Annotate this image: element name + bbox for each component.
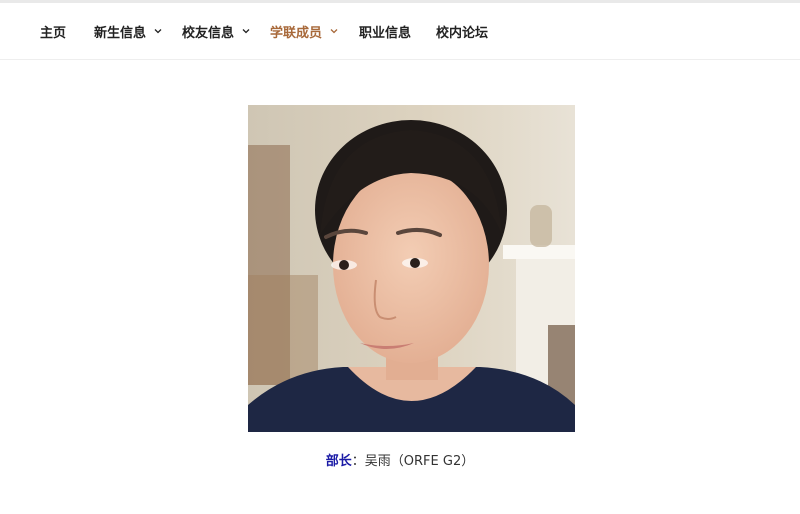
chevron-down-icon bbox=[241, 26, 251, 36]
nav-item-label: 校内论坛 bbox=[436, 25, 489, 41]
nav-item-alumni[interactable]: 校友信息 bbox=[182, 3, 251, 59]
chevron-down-icon bbox=[153, 26, 163, 36]
nav-item-union-members[interactable]: 学联成员 bbox=[270, 3, 339, 59]
caption-separator: ： bbox=[351, 454, 365, 469]
nav-item-forum[interactable]: 校内论坛 bbox=[436, 3, 488, 59]
nav-item-label: 主页 bbox=[40, 25, 67, 41]
nav-item-new-students[interactable]: 新生信息 bbox=[94, 3, 163, 59]
nav-item-label: 新生信息 bbox=[94, 25, 147, 41]
chevron-down-icon bbox=[329, 26, 339, 36]
main-navigation: 主页 新生信息 校友信息 学联成员 职业信息 校内论坛 bbox=[0, 3, 800, 60]
nav-item-label: 校友信息 bbox=[182, 25, 235, 41]
member-caption: 部长：吴雨（ORFE G2） bbox=[0, 450, 800, 469]
nav-item-label: 职业信息 bbox=[359, 25, 412, 41]
member-role: 部长 bbox=[325, 454, 352, 469]
nav-item-career[interactable]: 职业信息 bbox=[359, 3, 411, 59]
nav-item-home[interactable]: 主页 bbox=[40, 3, 66, 59]
member-portrait bbox=[248, 105, 575, 432]
member-name: 吴雨（ORFE G2） bbox=[364, 454, 475, 469]
nav-item-label: 学联成员 bbox=[270, 25, 323, 41]
